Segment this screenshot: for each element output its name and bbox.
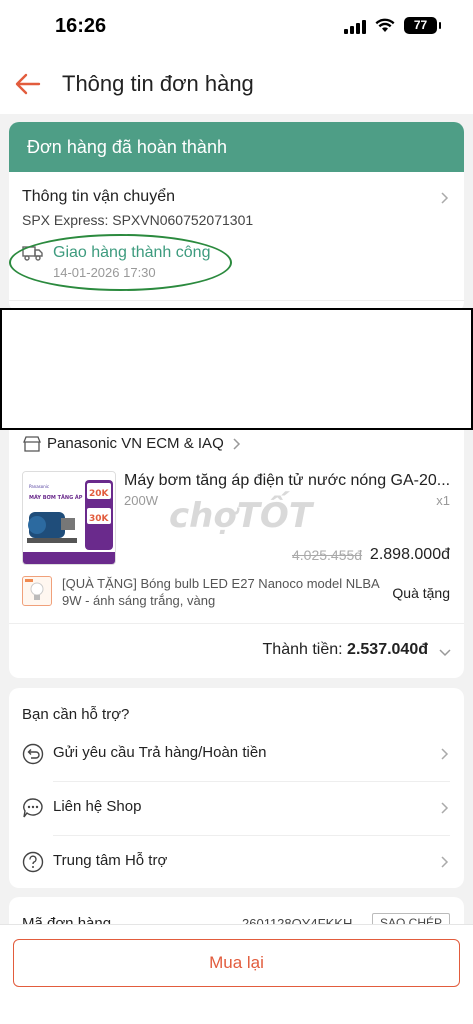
help-title: Bạn cần hỗ trợ? <box>22 706 130 723</box>
chevron-right-icon <box>441 192 449 204</box>
bulb-icon <box>25 579 44 600</box>
chevron-right-icon <box>441 856 449 868</box>
total-label: Thành tiền: <box>262 641 343 658</box>
help-label: Gửi yêu cầu Trả hàng/Hoàn tiền <box>53 744 267 761</box>
total-amount: Thành tiền: 2.537.040đ <box>263 641 428 659</box>
voucher-20k: 20K <box>89 489 110 499</box>
help-card: Bạn cần hỗ trợ? Gửi yêu cầu Trả hàng/Hoà… <box>9 688 464 888</box>
help-item-support-center[interactable]: Trung tâm Hỗ trợ <box>9 835 464 888</box>
page-title: Thông tin đơn hàng <box>62 71 254 96</box>
sale-price: 2.898.000đ <box>369 546 450 563</box>
signal-icon <box>344 18 366 34</box>
divider <box>9 300 464 301</box>
shipping-title: Thông tin vận chuyển <box>22 188 175 205</box>
redacted-box <box>0 308 473 430</box>
help-label: Liên hệ Shop <box>53 798 142 815</box>
chevron-down-icon <box>439 649 451 657</box>
shipping-code: SPX Express: SPXVN060752071301 <box>22 212 254 228</box>
product-variant: 200W <box>124 493 158 508</box>
product-card: Panasonic VN ECM & IAQ Panasonic MÁY BƠM… <box>9 430 464 678</box>
chat-icon <box>23 798 43 818</box>
product-image[interactable]: Panasonic MÁY BƠM TĂNG ÁP 20K 30K <box>22 471 116 565</box>
pump-image: Panasonic MÁY BƠM TĂNG ÁP 20K 30K <box>23 472 115 564</box>
help-item-return[interactable]: Gửi yêu cầu Trả hàng/Hoàn tiền <box>9 727 464 781</box>
rebuy-button[interactable]: Mua lại <box>13 939 460 987</box>
nav-bar: Thông tin đơn hàng <box>0 56 473 114</box>
gift-label: Quà tặng <box>392 585 450 601</box>
watermark: chợTỐT <box>169 496 313 536</box>
original-price: 4.025.455đ <box>292 547 363 563</box>
voucher-30k: 30K <box>89 514 110 524</box>
image-brand: Panasonic <box>29 484 49 489</box>
total-value: 2.537.040đ <box>347 641 428 658</box>
back-arrow-icon[interactable] <box>12 68 44 100</box>
bottom-action-bar: Mua lại <box>0 924 473 1024</box>
order-status-banner: Đơn hàng đã hoàn thành <box>9 122 464 172</box>
help-item-contact-shop[interactable]: Liên hệ Shop <box>9 781 464 835</box>
status-icons: 77 <box>344 17 441 34</box>
shop-icon <box>23 435 41 452</box>
wifi-icon <box>375 18 395 32</box>
status-bar: 16:26 77 <box>0 0 473 56</box>
battery-icon: 77 <box>404 17 441 34</box>
product-quantity: x1 <box>436 493 450 508</box>
status-time: 16:26 <box>55 15 107 37</box>
gift-description: [QUÀ TẶNG] Bóng bulb LED E27 Nanoco mode… <box>62 576 379 608</box>
shop-name: Panasonic VN ECM & IAQ <box>47 435 224 452</box>
total-row[interactable]: Thành tiền: 2.537.040đ <box>9 623 464 677</box>
image-caption: MÁY BƠM TĂNG ÁP <box>29 494 83 501</box>
order-status-card: Đơn hàng đã hoàn thành Thông tin vận chu… <box>9 122 464 312</box>
chevron-right-icon <box>441 802 449 814</box>
help-icon <box>22 851 44 873</box>
chevron-right-icon <box>441 748 449 760</box>
help-label: Trung tâm Hỗ trợ <box>53 852 168 869</box>
chevron-right-icon <box>233 437 240 450</box>
shipping-info[interactable]: Thông tin vận chuyển SPX Express: SPXVN0… <box>9 172 464 300</box>
gift-image <box>22 576 52 606</box>
return-icon <box>22 743 44 765</box>
shop-row[interactable]: Panasonic VN ECM & IAQ <box>23 435 242 452</box>
highlight-circle <box>9 234 232 291</box>
product-title[interactable]: Máy bơm tăng áp điện tử nước nóng GA-20.… <box>124 472 452 490</box>
